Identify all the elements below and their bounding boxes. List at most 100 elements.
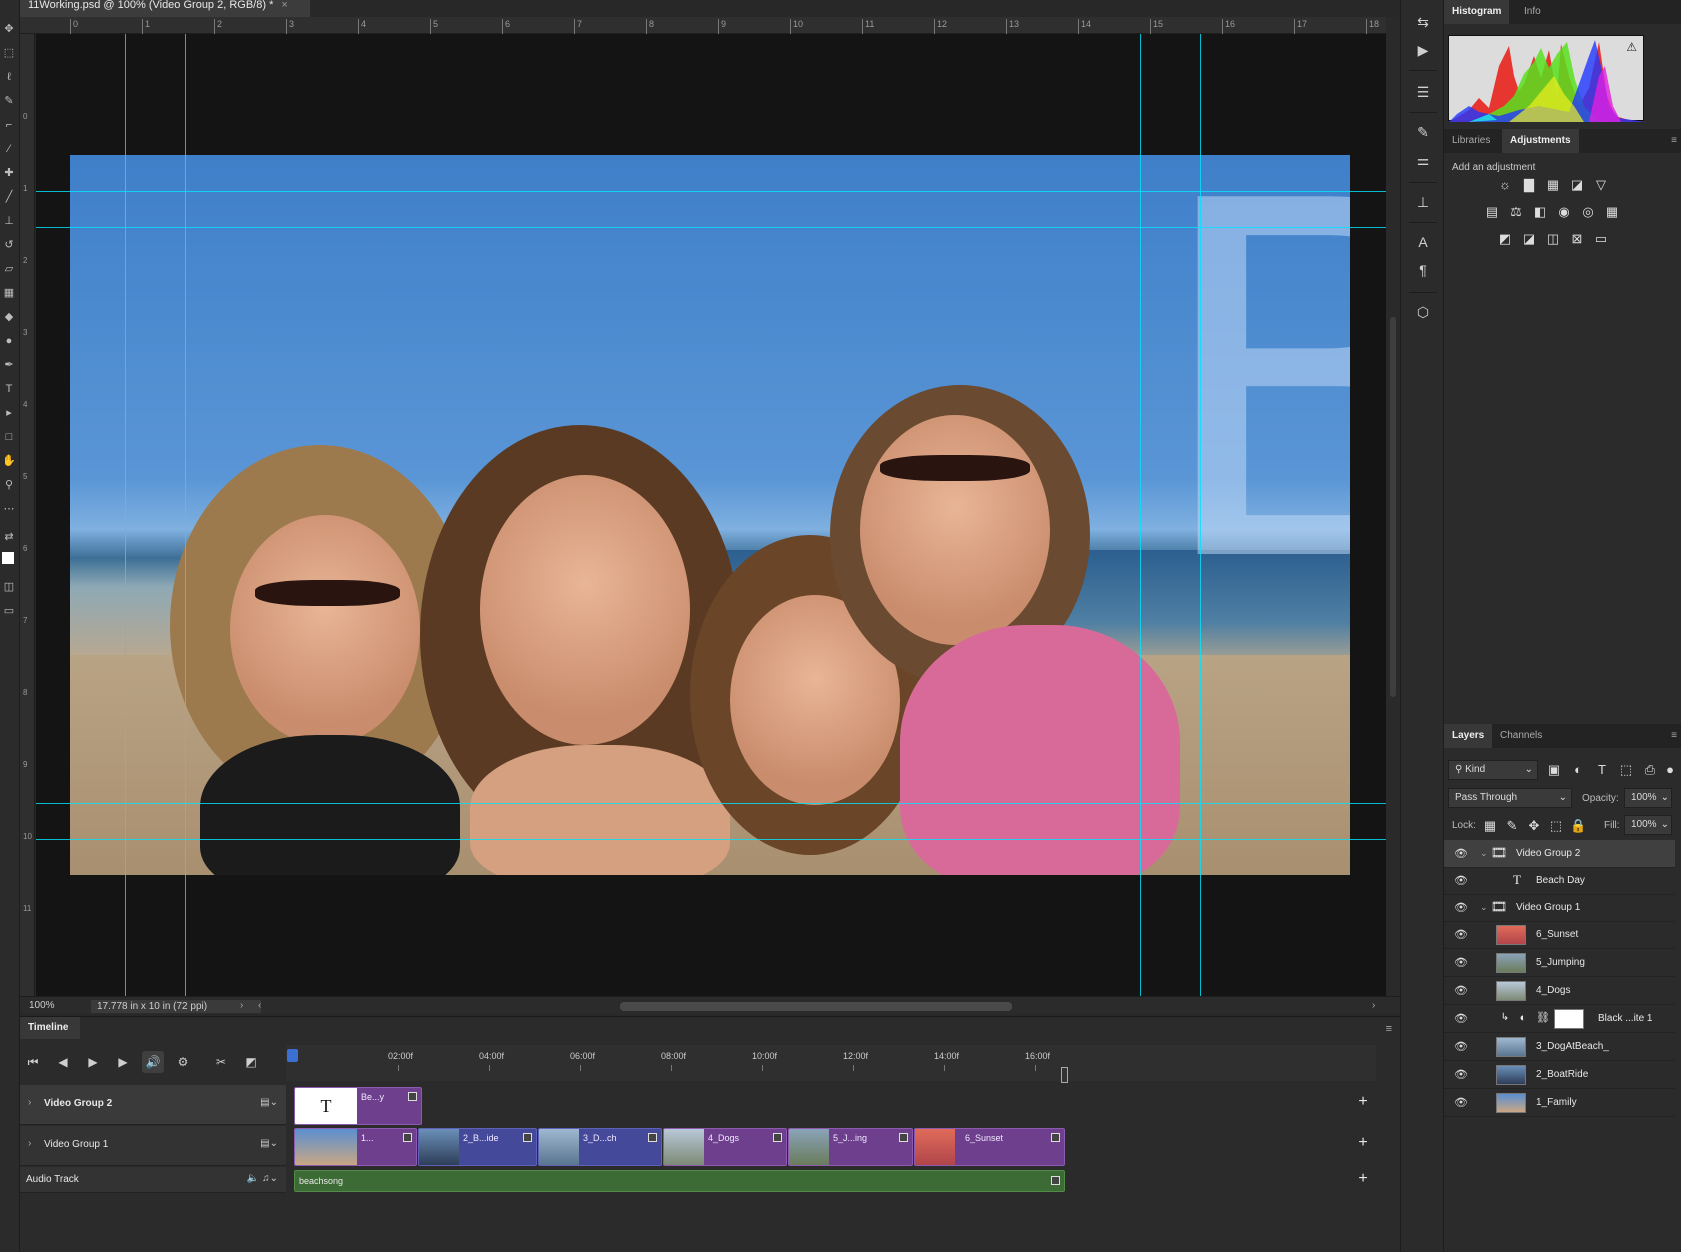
actions-panel-icon[interactable]: ▶ — [1413, 40, 1433, 60]
brush-settings-icon[interactable]: ⚌ — [1413, 150, 1433, 170]
layer-row-5-jumping[interactable]: 👁 5_Jumping — [1444, 949, 1675, 977]
transition-icon[interactable]: ◩ — [240, 1051, 262, 1073]
timeline-clip[interactable]: T Be...y — [294, 1087, 422, 1125]
channel-mixer-icon[interactable]: ◎ — [1580, 204, 1596, 220]
guide-vertical[interactable] — [185, 34, 186, 996]
split-at-playhead-icon[interactable]: ✂ — [210, 1051, 232, 1073]
levels-icon[interactable]: ▇ — [1521, 177, 1537, 193]
lock-image-icon[interactable]: ✎ — [1504, 818, 1520, 834]
brush-tool-icon[interactable]: ╱ — [2, 190, 16, 204]
previous-frame-icon[interactable]: ◀ — [52, 1051, 74, 1073]
warning-icon[interactable]: ⚠ — [1626, 40, 1637, 54]
panel-menu-icon[interactable]: ≡ — [1671, 730, 1677, 741]
brightness-contrast-icon[interactable]: ☼ — [1497, 177, 1513, 193]
hue-saturation-icon[interactable]: ▤ — [1484, 204, 1500, 220]
document-dimensions[interactable]: 17.778 in x 10 in (72 ppi) — [91, 1000, 261, 1013]
track-video-group-1[interactable]: › Video Group 1 ▤⌄ — [20, 1126, 286, 1166]
clip-menu-icon[interactable] — [408, 1092, 417, 1101]
guide-vertical[interactable] — [1200, 34, 1201, 996]
threshold-icon[interactable]: ◫ — [1545, 231, 1561, 247]
gradient-tool-icon[interactable]: ▦ — [2, 286, 16, 300]
crop-tool-icon[interactable]: ⌐ — [2, 118, 16, 132]
collapse-chevron-icon[interactable]: ⌄ — [1480, 902, 1488, 913]
tab-layers[interactable]: Layers — [1444, 724, 1493, 748]
zoom-level[interactable]: 100% — [29, 1000, 55, 1011]
play-icon[interactable]: ▶ — [82, 1051, 104, 1073]
expand-chevron-icon[interactable]: › — [28, 1097, 31, 1108]
timeline-clip[interactable]: 6_Sunset — [914, 1128, 1065, 1166]
visibility-eye-icon[interactable]: 👁 — [1454, 1068, 1468, 1081]
add-media-button[interactable]: + — [1350, 1134, 1376, 1152]
timeline-clip[interactable]: 2_B...ide — [418, 1128, 537, 1166]
timeline-clip[interactable]: 3_D...ch — [538, 1128, 662, 1166]
more-tools-icon[interactable]: ⋯ — [2, 502, 16, 516]
layer-row-3-dog-at-beach[interactable]: 👁 3_DogAtBeach_ — [1444, 1033, 1675, 1061]
scroll-left-icon[interactable]: ‹ — [258, 1000, 261, 1011]
character-panel-icon[interactable]: A — [1413, 232, 1433, 252]
zoom-tool-icon[interactable]: ⚲ — [2, 478, 16, 492]
opacity-field[interactable]: 100% ⌄ — [1624, 788, 1672, 808]
tab-libraries[interactable]: Libraries — [1444, 129, 1498, 153]
history-brush-tool-icon[interactable]: ↺ — [2, 238, 16, 252]
3d-panel-icon[interactable]: ⬡ — [1413, 302, 1433, 322]
filter-adjustment-icon[interactable]: ◐ — [1570, 762, 1586, 778]
fill-field[interactable]: 100% ⌄ — [1624, 815, 1672, 835]
properties-panel-icon[interactable]: ☰ — [1413, 82, 1433, 102]
screen-mode-icon[interactable]: ▭ — [2, 604, 16, 618]
audio-clip-menu-icon[interactable] — [1051, 1176, 1060, 1185]
invert-icon[interactable]: ◩ — [1497, 231, 1513, 247]
close-icon[interactable]: × — [281, 0, 287, 11]
guide-vertical[interactable] — [1140, 34, 1141, 996]
audio-clip[interactable]: beachsong — [294, 1170, 1065, 1192]
audio-options-icon[interactable]: 🔈 ♫⌄ — [247, 1173, 278, 1184]
go-to-first-frame-icon[interactable]: ⏮ — [22, 1051, 44, 1073]
visibility-eye-icon[interactable]: 👁 — [1454, 984, 1468, 997]
lasso-tool-icon[interactable]: ℓ — [2, 70, 16, 84]
filter-pixel-icon[interactable]: ▣ — [1546, 762, 1562, 778]
guide-vertical[interactable] — [125, 34, 126, 996]
layer-filter-kind-select[interactable]: ⚲ Kind ⌄ — [1448, 760, 1538, 780]
visibility-eye-icon[interactable]: 👁 — [1454, 847, 1468, 860]
work-area-end-handle[interactable] — [1061, 1067, 1068, 1083]
layer-row-video-group-2[interactable]: 👁 ⌄ 🎞 Video Group 2 — [1444, 840, 1675, 868]
add-media-button[interactable]: + — [1350, 1093, 1376, 1111]
eraser-tool-icon[interactable]: ▱ — [2, 262, 16, 276]
type-tool-icon[interactable]: T — [2, 382, 16, 396]
move-tool-icon[interactable]: ✥ — [2, 22, 16, 36]
visibility-eye-icon[interactable]: 👁 — [1454, 1040, 1468, 1053]
selective-color-icon[interactable]: ⊠ — [1569, 231, 1585, 247]
clip-menu-icon[interactable] — [523, 1133, 532, 1142]
panel-menu-icon[interactable]: ≡ — [1671, 135, 1677, 146]
tab-histogram[interactable]: Histogram — [1444, 0, 1510, 24]
filter-shape-icon[interactable]: ⬚ — [1618, 762, 1634, 778]
layer-row-4-dogs[interactable]: 👁 4_Dogs — [1444, 977, 1675, 1005]
settings-gear-icon[interactable]: ⚙ — [172, 1051, 194, 1073]
timeline-clip[interactable]: 1... — [294, 1128, 417, 1166]
path-select-tool-icon[interactable]: ▸ — [2, 406, 16, 420]
black-white-icon[interactable]: ◧ — [1532, 204, 1548, 220]
document-tab[interactable]: 11Working.psd @ 100% (Video Group 2, RGB… — [20, 0, 310, 17]
stamp-tool-icon[interactable]: ⊥ — [2, 214, 16, 228]
quick-select-tool-icon[interactable]: ✎ — [2, 94, 16, 108]
swap-colors-icon[interactable]: ⇄ — [2, 530, 16, 544]
guide-horizontal[interactable] — [36, 839, 1386, 840]
quick-mask-icon[interactable]: ◫ — [2, 580, 16, 594]
blur-tool-icon[interactable]: ◆ — [2, 310, 16, 324]
lock-artboard-icon[interactable]: ⬚ — [1548, 818, 1564, 834]
blend-mode-select[interactable]: Pass Through ⌄ — [1448, 788, 1572, 808]
scroll-right-icon[interactable]: › — [1372, 1000, 1375, 1011]
timeline-clip[interactable]: 5_J...ing — [788, 1128, 913, 1166]
track-video-group-2[interactable]: › Video Group 2 ▤⌄ — [20, 1085, 286, 1125]
status-expand-icon[interactable]: › — [240, 1000, 243, 1011]
layer-row-beach-day[interactable]: 👁 T Beach Day — [1444, 867, 1675, 895]
visibility-eye-icon[interactable]: 👁 — [1454, 928, 1468, 941]
shape-tool-icon[interactable]: □ — [2, 430, 16, 444]
clip-menu-icon[interactable] — [648, 1133, 657, 1142]
visibility-eye-icon[interactable]: 👁 — [1454, 1012, 1468, 1025]
visibility-eye-icon[interactable]: 👁 — [1454, 874, 1468, 887]
timeline-clip[interactable]: 4_Dogs — [663, 1128, 787, 1166]
clip-menu-icon[interactable] — [899, 1133, 908, 1142]
canvas-area[interactable]: B — [36, 34, 1386, 996]
filter-smart-object-icon[interactable]: ⎙ — [1642, 762, 1658, 778]
canvas-vertical-scrollbar[interactable] — [1386, 17, 1400, 996]
